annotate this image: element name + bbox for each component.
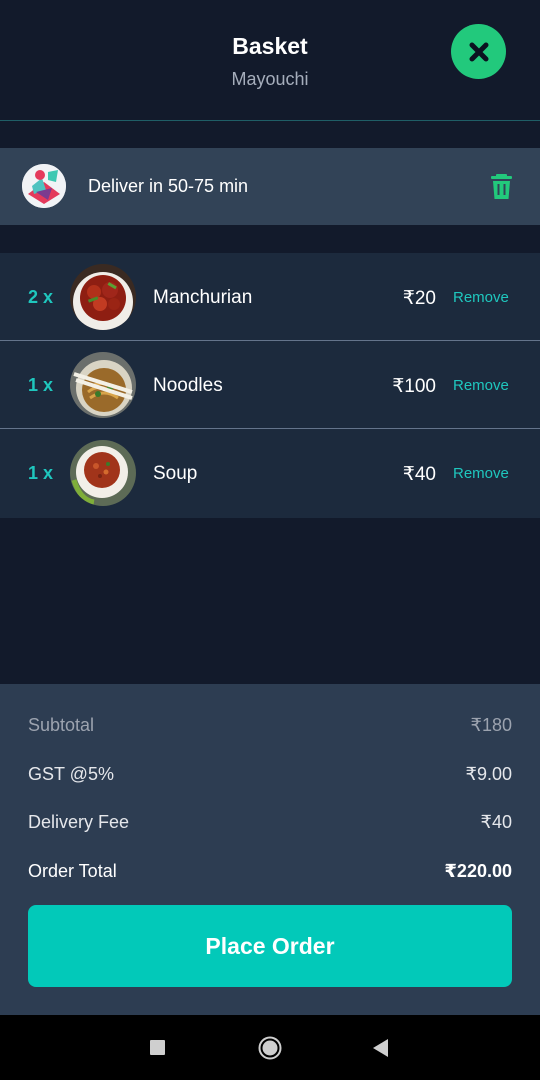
manchurian-image: [70, 264, 136, 330]
item-name: Noodles: [153, 375, 223, 396]
order-total-label: Order Total: [28, 861, 117, 881]
delivery-fee-label: Delivery Fee: [28, 812, 130, 832]
remove-item-button[interactable]: Remove: [453, 289, 509, 306]
list-item: 1 x Soup ₹40 Remove: [0, 429, 540, 518]
remove-item-button[interactable]: Remove: [453, 465, 509, 482]
clear-basket-button[interactable]: [487, 172, 516, 201]
recents-icon[interactable]: [150, 1040, 165, 1055]
header-divider: [0, 120, 540, 121]
item-quantity: 2 x: [28, 287, 54, 307]
item-quantity: 1 x: [28, 375, 54, 395]
home-icon[interactable]: [258, 1036, 282, 1060]
close-button[interactable]: [451, 24, 506, 79]
subtotal-value: ₹180: [470, 715, 512, 735]
soup-image: [70, 440, 136, 506]
trash-icon: [491, 174, 512, 199]
item-price: ₹20: [402, 288, 436, 309]
basket-items-list: 2 x Manchurian ₹20 Remove 1 x Noodles ₹1…: [0, 253, 540, 518]
place-order-button[interactable]: Place Order: [28, 905, 512, 987]
delivery-time-text: Deliver in 50-75 min: [88, 176, 249, 196]
item-price: ₹40: [402, 464, 436, 485]
item-price: ₹100: [392, 376, 436, 397]
gst-label: GST @5%: [28, 764, 114, 784]
order-summary: Subtotal ₹180 GST @5% ₹9.00 Delivery Fee…: [0, 684, 540, 1015]
remove-item-button[interactable]: Remove: [453, 377, 509, 394]
system-nav-bar: [0, 1015, 540, 1080]
list-item: 2 x Manchurian ₹20 Remove: [0, 253, 540, 341]
subtotal-label: Subtotal: [28, 715, 95, 735]
order-total-value: ₹220.00: [444, 861, 512, 881]
delivery-rider-icon: [22, 164, 66, 208]
gst-value: ₹9.00: [465, 764, 513, 784]
restaurant-name: Mayouchi: [231, 69, 309, 89]
item-name: Soup: [153, 463, 198, 484]
header: Basket Mayouchi: [0, 0, 540, 120]
noodles-image: [70, 352, 136, 418]
delivery-bar: Deliver in 50-75 min: [0, 148, 540, 225]
item-quantity: 1 x: [28, 463, 54, 483]
item-name: Manchurian: [153, 287, 253, 308]
back-icon[interactable]: [372, 1038, 390, 1058]
delivery-fee-value: ₹40: [480, 812, 512, 832]
close-icon: [469, 42, 488, 61]
list-item: 1 x Noodles ₹100 Remove: [0, 341, 540, 429]
